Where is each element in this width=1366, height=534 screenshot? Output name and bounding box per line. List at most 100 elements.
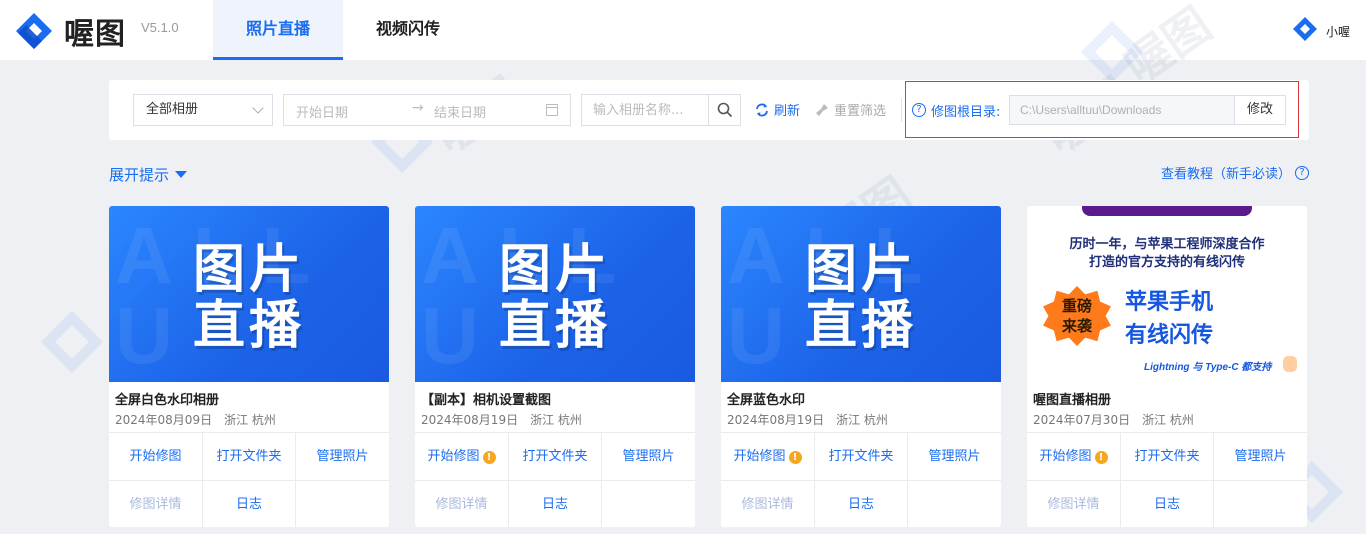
album-type-select[interactable]: 全部相册 — [133, 94, 273, 126]
album-date: 2024年08月19日 — [727, 413, 825, 427]
warning-icon: ! — [482, 451, 496, 464]
album-date: 2024年08月19日 — [421, 413, 519, 427]
album-cover[interactable]: ALL U 图片 直播 — [721, 206, 1001, 382]
start-edit-button[interactable]: 开始修图! — [415, 433, 508, 480]
open-folder-button[interactable]: 打开文件夹 — [1120, 433, 1213, 480]
search-button[interactable] — [708, 95, 740, 125]
promo-headline1: 苹果手机 — [1125, 290, 1214, 315]
album-card: ALL U 图片 直播 【副本】相机设置截图 2024年08月19日 浙江 杭州 开… — [415, 206, 695, 527]
calendar-icon — [546, 104, 558, 116]
album-actions: 开始修图! 打开文件夹 管理照片 修图详情 日志 — [1027, 432, 1307, 527]
log-button[interactable]: 日志 — [1120, 480, 1213, 527]
expand-hint-toggle[interactable]: 展开提示 — [109, 164, 188, 185]
open-folder-button[interactable]: 打开文件夹 — [202, 433, 295, 480]
empty-cell — [601, 480, 695, 527]
tab-video-flash[interactable]: 视频闪传 — [343, 0, 473, 60]
open-folder-button[interactable]: 打开文件夹 — [814, 433, 907, 480]
start-edit-button[interactable]: 开始修图! — [721, 433, 814, 480]
album-title: 【副本】相机设置截图 — [421, 393, 552, 408]
logo-icon — [12, 9, 56, 53]
start-edit-button[interactable]: 开始修图 — [109, 433, 202, 480]
empty-cell — [295, 480, 389, 527]
tab-photo-live[interactable]: 照片直播 — [213, 0, 343, 60]
album-actions: 开始修图 打开文件夹 管理照片 修图详情 日志 — [109, 432, 389, 527]
reset-filter-button[interactable]: 重置筛选 — [815, 100, 886, 119]
album-meta: 2024年08月19日 浙江 杭州 — [727, 411, 888, 428]
album-cover[interactable]: ALL U 图片 直播 — [415, 206, 695, 382]
date-range-picker[interactable]: 开始日期 → 结束日期 — [283, 94, 571, 126]
user-menu[interactable]: 小喔 — [1292, 16, 1350, 46]
album-date: 2024年08月09日 — [115, 413, 213, 427]
app-logo[interactable]: 喔图 — [12, 9, 126, 53]
root-dir-label: 修图根目录: — [931, 105, 1001, 120]
root-dir-setting: ? 修图根目录: C:\Users\alltuu\Downloads 修改 — [905, 81, 1299, 138]
thumbs-up-icon — [1283, 356, 1297, 372]
edit-details-button[interactable]: 修图详情 — [1027, 480, 1120, 527]
logo-text: 喔图 — [64, 17, 126, 52]
tutorial-link[interactable]: 查看教程（新手必读） ? — [1161, 163, 1309, 182]
tutorial-label: 查看教程（新手必读） — [1160, 167, 1291, 182]
manage-photos-button[interactable]: 管理照片 — [1213, 433, 1307, 480]
album-actions: 开始修图! 打开文件夹 管理照片 修图详情 日志 — [721, 432, 1001, 527]
refresh-label: 刷新 — [774, 104, 801, 119]
edit-details-button[interactable]: 修图详情 — [109, 480, 202, 527]
promo-top-bar — [1082, 206, 1252, 216]
empty-cell — [907, 480, 1001, 527]
caret-down-icon — [175, 171, 188, 178]
album-meta: 2024年07月30日 浙江 杭州 — [1033, 411, 1194, 428]
top-header: 喔图 V5.1.0 照片直播 视频闪传 小喔 — [0, 0, 1366, 60]
modify-root-dir-button[interactable]: 修改 — [1234, 95, 1286, 125]
edit-details-button[interactable]: 修图详情 — [415, 480, 508, 527]
album-title: 全屏蓝色水印 — [727, 393, 806, 408]
divider — [901, 98, 902, 122]
album-location: 浙江 杭州 — [530, 413, 582, 427]
date-start-placeholder: 开始日期 — [296, 106, 349, 121]
log-button[interactable]: 日志 — [508, 480, 601, 527]
filter-bar: 全部相册 开始日期 → 结束日期 刷新 重置筛选 — [109, 80, 1309, 140]
album-cover-promo[interactable]: 历时一年，与苹果工程师深度合作 打造的官方支持的有线闪传 重磅 来袭 苹果手机 有… — [1027, 206, 1307, 382]
refresh-icon — [756, 103, 768, 116]
album-meta: 2024年08月19日 浙江 杭州 — [421, 411, 582, 428]
album-type-value: 全部相册 — [146, 102, 199, 117]
album-card: ALL U 图片 直播 全屏蓝色水印 2024年08月19日 浙江 杭州 开始修图!… — [721, 206, 1001, 527]
edit-details-button[interactable]: 修图详情 — [721, 480, 814, 527]
open-folder-button[interactable]: 打开文件夹 — [508, 433, 601, 480]
cover-text: 图片 直播 — [804, 240, 917, 356]
album-card: 历时一年，与苹果工程师深度合作 打造的官方支持的有线闪传 重磅 来袭 苹果手机 有… — [1027, 206, 1307, 527]
chevron-down-icon — [252, 102, 264, 114]
watermark-logo-icon — [40, 310, 104, 374]
album-cover[interactable]: ALL U 图片 直播 — [109, 206, 389, 382]
warning-icon: ! — [1094, 451, 1108, 464]
album-title: 喔图直播相册 — [1033, 393, 1112, 408]
version-label: V5.1.0 — [141, 20, 179, 35]
expand-hint-label: 展开提示 — [109, 166, 170, 184]
album-date: 2024年07月30日 — [1033, 413, 1131, 427]
album-card: ALL U 图片 直播 全屏白色水印相册 2024年08月09日 浙江 杭州 开始修… — [109, 206, 389, 527]
user-name: 小喔 — [1325, 24, 1350, 39]
promo-line2: 打造的官方支持的有线闪传 — [1088, 255, 1245, 270]
promo-headline2: 有线闪传 — [1125, 323, 1214, 348]
album-title: 全屏白色水印相册 — [115, 393, 220, 408]
promo-footnote: Lightning 与 Type-C 都支持 — [1144, 362, 1272, 373]
start-edit-button[interactable]: 开始修图! — [1027, 433, 1120, 480]
manage-photos-button[interactable]: 管理照片 — [601, 433, 695, 480]
album-actions: 开始修图! 打开文件夹 管理照片 修图详情 日志 — [415, 432, 695, 527]
log-button[interactable]: 日志 — [814, 480, 907, 527]
album-location: 浙江 杭州 — [224, 413, 276, 427]
album-location: 浙江 杭州 — [836, 413, 888, 427]
broom-icon — [816, 103, 828, 116]
promo-badge-text: 重磅 来袭 — [1061, 297, 1092, 335]
log-button[interactable]: 日志 — [202, 480, 295, 527]
promo-line1: 历时一年，与苹果工程师深度合作 — [1069, 237, 1265, 252]
album-search-input[interactable] — [582, 95, 708, 125]
help-icon[interactable]: ? — [912, 103, 926, 117]
manage-photos-button[interactable]: 管理照片 — [907, 433, 1001, 480]
album-meta: 2024年08月09日 浙江 杭州 — [115, 411, 276, 428]
root-dir-path-field: C:\Users\alltuu\Downloads — [1009, 95, 1235, 125]
manage-photos-button[interactable]: 管理照片 — [295, 433, 389, 480]
reset-label: 重置筛选 — [834, 104, 887, 119]
empty-cell — [1213, 480, 1307, 527]
date-end-placeholder: 结束日期 — [434, 106, 487, 121]
warning-icon: ! — [788, 451, 802, 464]
refresh-button[interactable]: 刷新 — [755, 100, 800, 119]
